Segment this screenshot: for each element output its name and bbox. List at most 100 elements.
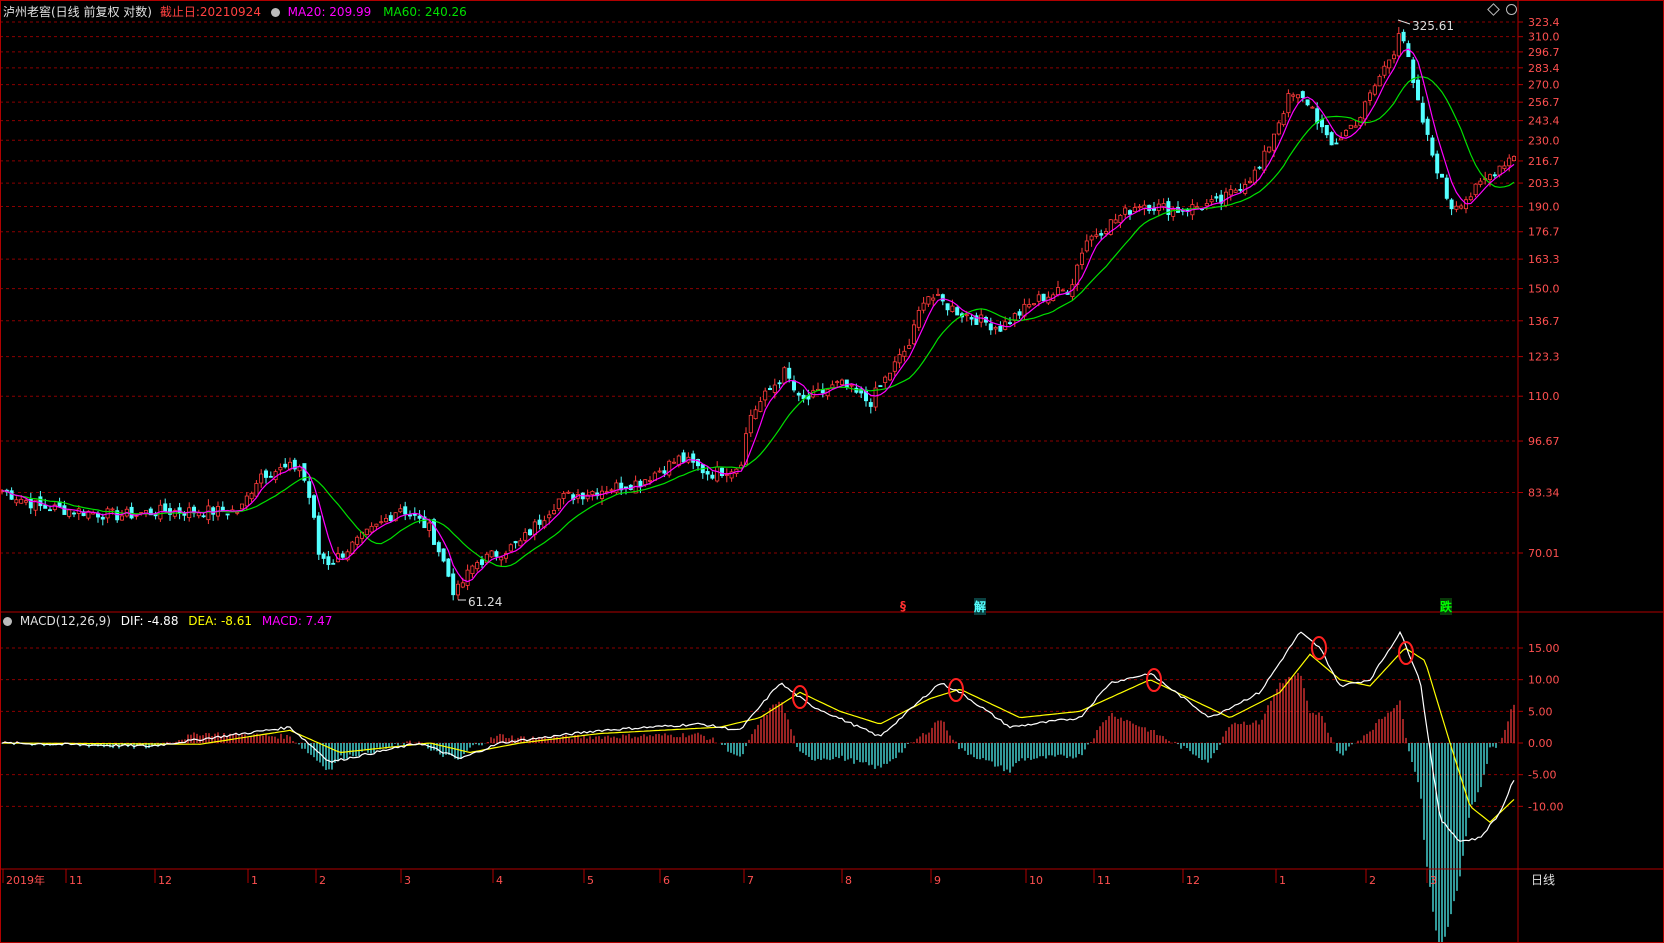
candle-body	[878, 385, 883, 387]
candle-body	[705, 471, 710, 475]
candle-body	[1425, 118, 1430, 135]
candle-body	[278, 467, 283, 471]
candle-body	[1104, 230, 1109, 234]
candle-body	[643, 479, 648, 486]
stock-chart[interactable]: 323.4310.0296.7283.4270.0256.7243.4230.0…	[0, 0, 1664, 943]
candle-body	[988, 323, 993, 331]
macd-name[interactable]: MACD(12,26,9)	[20, 614, 111, 628]
candle-body	[1334, 142, 1339, 145]
macd-histogram	[1, 672, 1515, 943]
macd-header: MACD(12,26,9) DIF: -4.88 DEA: -8.61 MACD…	[3, 614, 332, 628]
candle-body	[62, 505, 67, 515]
settings-circle-icon[interactable]	[3, 617, 12, 626]
candle-body	[1416, 79, 1421, 101]
candle-body	[1137, 206, 1142, 209]
candle-body	[969, 317, 974, 320]
candle-body	[782, 367, 787, 384]
candle-body	[460, 582, 465, 588]
candle-body	[950, 305, 955, 312]
diamond-icon[interactable]	[1487, 3, 1500, 16]
signal-marker-die[interactable]: 跌	[1440, 598, 1453, 615]
high-price-label: 325.61	[1412, 19, 1454, 33]
dif-value: DIF: -4.88	[120, 614, 179, 628]
candle-body	[48, 509, 53, 512]
candle-body	[1099, 233, 1104, 236]
low-price-label: 61.24	[468, 595, 503, 609]
time-tick-label: 8	[845, 874, 852, 887]
price-tick-label: 310.0	[1528, 31, 1560, 44]
candle-body	[1257, 166, 1262, 169]
candle-body	[1027, 304, 1032, 308]
macd-tick-label: -10.00	[1528, 800, 1563, 813]
candle-body	[758, 401, 763, 412]
stock-title[interactable]: 泸州老窖(日线 前复权 对数)	[3, 5, 152, 19]
ma20-value: MA20: 209.99	[287, 5, 372, 19]
candle-body	[383, 518, 388, 523]
candle-body	[470, 565, 475, 575]
signal-marker-jie[interactable]: 解	[974, 598, 987, 615]
candle-body	[259, 473, 264, 484]
candle-body	[1123, 207, 1128, 215]
candle-body	[1094, 234, 1099, 237]
candle-body	[100, 516, 105, 520]
highlight-circles	[458, 19, 1414, 709]
candle-body	[403, 506, 408, 515]
candle-body	[772, 384, 777, 393]
candle-body	[547, 514, 552, 519]
candle-body	[446, 558, 451, 577]
main-chart-header: 泸州老窖(日线 前复权 对数) 截止日:20210924 MA20: 209.9…	[3, 3, 467, 20]
candle-body	[926, 296, 931, 305]
candle-body	[561, 492, 566, 499]
candle-body	[201, 515, 206, 518]
candle-body	[120, 515, 125, 521]
candle-body	[940, 294, 945, 302]
candle-body	[1449, 199, 1454, 210]
time-tick-label: 2	[319, 874, 326, 887]
candle-body	[1089, 235, 1094, 241]
price-tick-label: 256.7	[1528, 96, 1560, 109]
candle-body	[532, 521, 537, 536]
candle-body	[1420, 102, 1425, 123]
candle-body	[552, 510, 557, 515]
candle-body	[283, 463, 288, 468]
candle-body	[1252, 169, 1257, 184]
candle-body	[1084, 240, 1089, 252]
candle-body	[307, 481, 312, 498]
close-circle-icon[interactable]	[1506, 4, 1517, 15]
time-tick-label: 7	[747, 874, 754, 887]
candle-body	[1310, 106, 1315, 109]
candle-body	[14, 499, 19, 504]
time-tick-label: 1	[1279, 874, 1286, 887]
candle-body	[993, 326, 998, 330]
candle-body	[268, 475, 273, 478]
price-tick-label: 296.7	[1528, 46, 1560, 59]
candle-body	[211, 507, 216, 515]
candle-body	[19, 498, 24, 504]
candle-body	[23, 500, 28, 503]
time-tick-label: 3	[404, 874, 411, 887]
candle-body	[1435, 153, 1440, 174]
candle-body	[9, 490, 14, 500]
candle-body	[1276, 122, 1281, 135]
candle-body	[892, 361, 897, 372]
candle-body	[508, 544, 513, 552]
candle-body	[537, 519, 542, 525]
macd-tick-label: 5.00	[1528, 705, 1553, 718]
price-tick-label: 216.7	[1528, 155, 1560, 168]
candle-body	[427, 522, 432, 531]
signal-marker-s[interactable]: §	[900, 599, 906, 613]
candle-body	[888, 372, 893, 381]
candle-body	[489, 550, 494, 558]
macd-tick-label: 0.00	[1528, 737, 1553, 750]
candle-body	[326, 556, 331, 566]
candle-body	[1305, 99, 1310, 106]
candle-body	[1233, 189, 1238, 193]
candle-body	[1497, 165, 1502, 176]
price-tick-label: 283.4	[1528, 62, 1560, 75]
settings-circle-icon[interactable]	[270, 8, 280, 17]
candle-body	[1488, 174, 1493, 180]
candle-body	[840, 379, 845, 386]
candle-body	[451, 573, 456, 596]
outer-frame	[0, 0, 1664, 943]
period-label[interactable]: 日线	[1531, 871, 1555, 888]
